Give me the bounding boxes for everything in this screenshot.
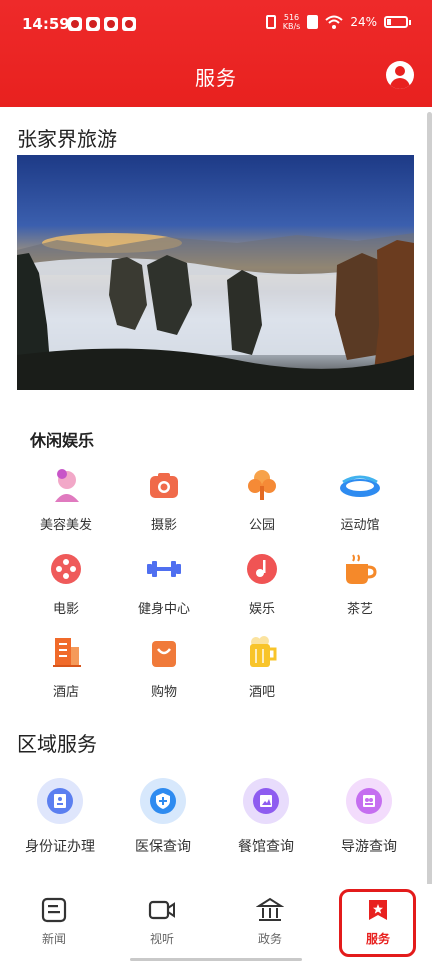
service-item-label: 医保查询 bbox=[135, 839, 191, 855]
government-icon bbox=[256, 897, 284, 921]
hotel-icon bbox=[49, 635, 83, 669]
film-reel-icon bbox=[49, 552, 83, 586]
leisure-item-beauty[interactable]: 美容美发 bbox=[16, 468, 116, 533]
leisure-item-gym[interactable]: 健身中心 bbox=[114, 552, 214, 617]
leisure-item-label: 娱乐 bbox=[248, 602, 275, 617]
leisure-item-movie[interactable]: 电影 bbox=[16, 552, 116, 617]
leisure-item-entertainment[interactable]: 娱乐 bbox=[212, 552, 312, 617]
leisure-item-label: 摄影 bbox=[150, 518, 177, 533]
notification-app-icon bbox=[122, 17, 136, 31]
service-item-label: 导游查询 bbox=[341, 839, 397, 855]
wifi-icon bbox=[325, 15, 343, 29]
stadium-icon bbox=[339, 468, 381, 502]
tab-label: 新闻 bbox=[41, 932, 66, 946]
beauty-icon bbox=[49, 468, 83, 502]
service-medical-insurance[interactable]: 医保查询 bbox=[113, 778, 213, 856]
tab-label: 政务 bbox=[257, 932, 282, 946]
guide-icon bbox=[346, 778, 392, 824]
selected-tab-highlight bbox=[339, 889, 416, 957]
tea-cup-icon bbox=[343, 552, 377, 586]
leisure-item-label: 酒吧 bbox=[248, 685, 275, 700]
dumbbell-icon bbox=[145, 552, 183, 586]
leisure-section-title: 休闲娱乐 bbox=[30, 431, 95, 450]
leisure-item-hotel[interactable]: 酒店 bbox=[16, 635, 116, 700]
leisure-item-label: 公园 bbox=[248, 518, 275, 533]
service-item-label: 身份证办理 bbox=[25, 839, 95, 855]
home-indicator[interactable] bbox=[130, 958, 302, 961]
attraction-title: 张家界旅游 bbox=[17, 127, 117, 151]
tab-video[interactable]: 视听 bbox=[108, 884, 216, 954]
leisure-item-label: 健身中心 bbox=[137, 602, 190, 617]
status-time: 14:59 bbox=[22, 15, 70, 33]
status-bar: 14:59 516 KB/s 24% bbox=[0, 0, 432, 52]
video-icon bbox=[148, 900, 175, 920]
camera-icon bbox=[147, 468, 181, 502]
profile-icon[interactable] bbox=[386, 61, 414, 89]
battery-icon bbox=[384, 16, 411, 28]
status-indicators: 516 KB/s 24% bbox=[265, 13, 411, 31]
music-icon bbox=[245, 552, 279, 586]
shield-icon bbox=[140, 778, 186, 824]
service-id-card[interactable]: 身份证办理 bbox=[10, 778, 110, 856]
leisure-item-stadium[interactable]: 运动馆 bbox=[310, 468, 410, 533]
battery-level bbox=[387, 19, 391, 25]
attraction-banner-image[interactable] bbox=[17, 155, 414, 390]
leisure-item-bar[interactable]: 酒吧 bbox=[212, 635, 312, 700]
tab-news[interactable]: 新闻 bbox=[0, 884, 108, 954]
vibrate-icon bbox=[265, 15, 276, 29]
notification-app-icon bbox=[86, 17, 100, 31]
leisure-item-label: 酒店 bbox=[52, 685, 79, 700]
leisure-item-label: 电影 bbox=[52, 602, 79, 617]
network-speed: 516 KB/s bbox=[282, 13, 301, 31]
leisure-item-tea[interactable]: 茶艺 bbox=[310, 552, 410, 617]
leisure-item-label: 茶艺 bbox=[346, 602, 373, 617]
restaurant-icon bbox=[243, 778, 289, 824]
app-header: 14:59 516 KB/s 24% 服务 bbox=[0, 0, 432, 107]
service-tour-guide[interactable]: 导游查询 bbox=[319, 778, 419, 856]
no-sim-icon bbox=[307, 15, 319, 29]
service-item-label: 餐馆查询 bbox=[238, 839, 294, 855]
shopping-bag-icon bbox=[147, 635, 181, 669]
tab-government[interactable]: 政务 bbox=[216, 884, 324, 954]
news-icon bbox=[41, 897, 67, 923]
service-restaurant[interactable]: 餐馆查询 bbox=[216, 778, 316, 856]
tree-icon bbox=[245, 468, 279, 502]
regional-section-title: 区域服务 bbox=[17, 732, 97, 756]
leisure-item-label: 购物 bbox=[150, 685, 177, 700]
page-title: 服务 bbox=[195, 66, 237, 90]
leisure-item-park[interactable]: 公园 bbox=[212, 468, 312, 533]
battery-percent: 24% bbox=[350, 15, 377, 29]
leisure-item-label: 美容美发 bbox=[39, 518, 92, 533]
tab-label: 视听 bbox=[149, 932, 174, 946]
id-card-icon bbox=[37, 778, 83, 824]
beer-icon bbox=[245, 635, 279, 669]
scrollbar[interactable] bbox=[427, 112, 432, 892]
notification-app-icon bbox=[104, 17, 118, 31]
leisure-item-photo[interactable]: 摄影 bbox=[114, 468, 214, 533]
leisure-item-shopping[interactable]: 购物 bbox=[114, 635, 214, 700]
status-app-icons bbox=[68, 17, 136, 31]
leisure-item-label: 运动馆 bbox=[340, 518, 380, 533]
notification-app-icon bbox=[68, 17, 82, 31]
